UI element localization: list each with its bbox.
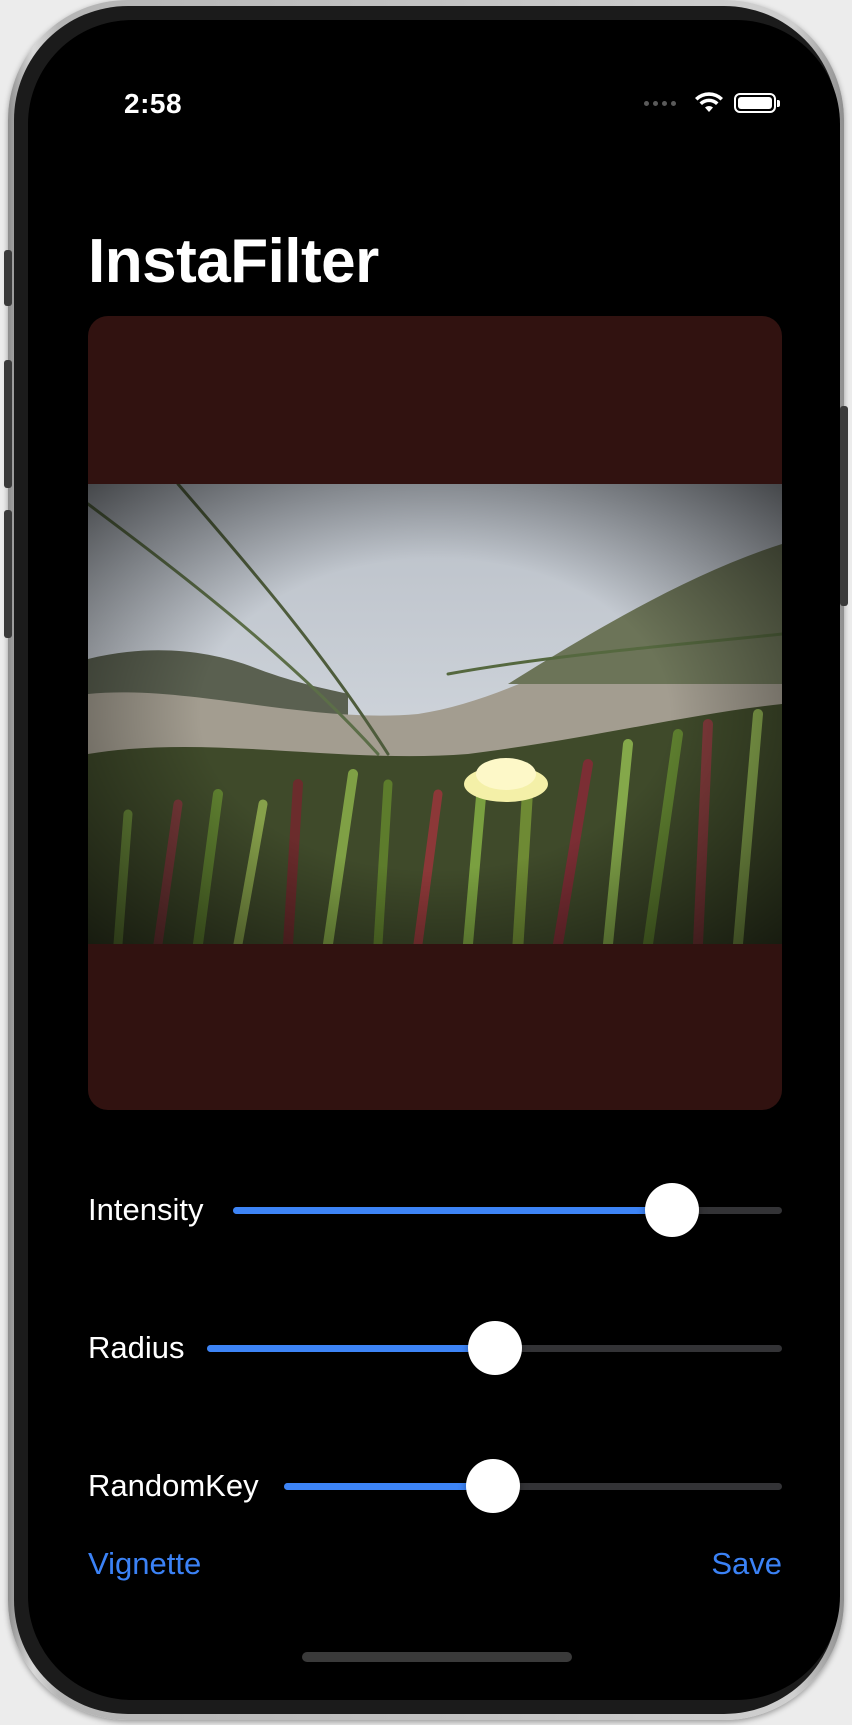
volume-up-button xyxy=(4,360,12,488)
save-button[interactable]: Save xyxy=(711,1546,782,1582)
battery-icon xyxy=(734,93,780,113)
volume-down-button xyxy=(4,510,12,638)
silent-switch xyxy=(4,250,12,306)
page-title: InstaFilter xyxy=(88,227,379,296)
randomkey-slider[interactable] xyxy=(284,1459,782,1513)
device-frame: 2:58 InstaFilter Intensity Radius Random… xyxy=(4,0,848,1720)
intensity-label: Intensity xyxy=(88,1192,204,1227)
radius-slider[interactable] xyxy=(207,1321,782,1375)
radius-slider-row: Radius xyxy=(88,1318,782,1378)
radius-slider-fill xyxy=(207,1345,495,1352)
home-indicator[interactable] xyxy=(302,1652,572,1662)
power-button xyxy=(840,406,848,606)
intensity-slider-thumb[interactable] xyxy=(645,1183,700,1237)
radius-label: Radius xyxy=(88,1330,185,1365)
cellular-signal-icon xyxy=(644,100,676,106)
screen: 2:58 InstaFilter Intensity Radius Random… xyxy=(28,20,840,1700)
status-time: 2:58 xyxy=(124,88,183,119)
randomkey-label: RandomKey xyxy=(88,1468,259,1503)
change-filter-button[interactable]: Vignette xyxy=(88,1546,201,1582)
randomkey-slider-row: RandomKey xyxy=(88,1456,782,1516)
radius-slider-thumb[interactable] xyxy=(467,1321,522,1375)
randomkey-slider-thumb[interactable] xyxy=(466,1459,521,1513)
photo-icon xyxy=(88,484,782,944)
status-icons xyxy=(644,92,780,114)
randomkey-slider-fill xyxy=(284,1483,494,1490)
intensity-slider[interactable] xyxy=(233,1183,782,1237)
wifi-icon xyxy=(695,92,723,112)
image-preview[interactable] xyxy=(88,316,782,1110)
intensity-slider-fill xyxy=(233,1207,673,1214)
intensity-slider-row: Intensity xyxy=(88,1180,782,1240)
